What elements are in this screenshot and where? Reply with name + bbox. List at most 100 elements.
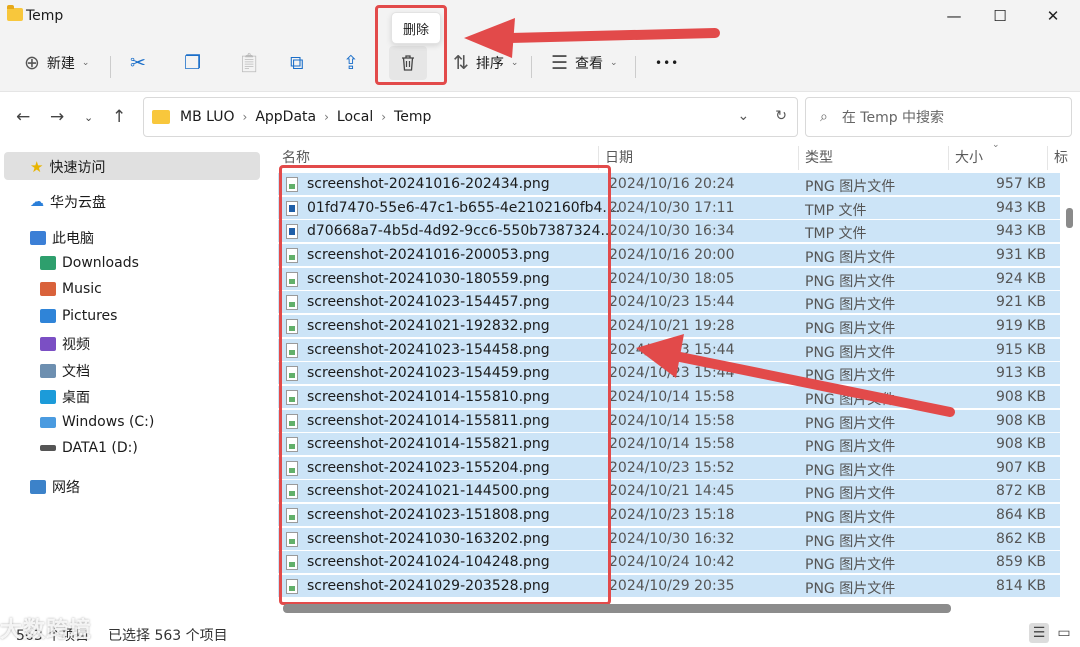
breadcrumb-item[interactable]: Local (337, 109, 373, 125)
file-row[interactable]: d70668a7-4b5d-4d92-9cc6-550b7387324... 20… (278, 220, 1060, 244)
sidebar-item-label: Pictures (62, 308, 118, 324)
maximize-button[interactable]: ☐ (977, 0, 1023, 32)
details-view-icon[interactable]: ☰ (1029, 623, 1049, 643)
status-bar: 563 个项目 已选择 563 个项目 ☰ ▭ (0, 617, 1080, 647)
file-row[interactable]: screenshot-20241029-203528.png 2024/10/29… (278, 575, 1060, 599)
folder-icon (152, 110, 170, 124)
sidebar-item-quick-access[interactable]: ★ 快速访问 (30, 157, 105, 177)
file-date: 2024/10/21 19:28 (609, 317, 735, 334)
file-row[interactable]: screenshot-20241021-144500.png 2024/10/21… (278, 480, 1060, 504)
file-row[interactable]: 01fd7470-55e6-47c1-b655-4e2102160fb4....… (278, 196, 1060, 220)
tmp-file-icon (286, 224, 298, 240)
tmp-file-icon (286, 200, 298, 216)
chevron-right-icon: › (381, 110, 387, 124)
paste-button[interactable]: 📋︎ (237, 46, 261, 80)
file-date: 2024/10/23 15:44 (609, 294, 735, 311)
file-row[interactable]: screenshot-20241014-155811.png 2024/10/14… (278, 409, 1060, 433)
sidebar-item-label: 快速访问 (49, 160, 106, 176)
file-row[interactable]: screenshot-20241023-154458.png 2024/10/23… (278, 338, 1060, 362)
file-row[interactable]: screenshot-20241016-202434.png 2024/10/16… (278, 173, 1060, 196)
back-arrow-icon[interactable]: ← (16, 107, 30, 127)
png-file-icon (286, 484, 298, 500)
search-box[interactable]: ⌕ 在 Temp 中搜索 (805, 97, 1072, 137)
file-size: 913 KB (996, 365, 1046, 382)
file-type: PNG 图片文件 (805, 273, 896, 290)
sort-label: 排序 (475, 56, 504, 72)
file-row[interactable]: screenshot-20241030-163202.png 2024/10/30… (278, 527, 1060, 551)
delete-button[interactable] (389, 46, 427, 80)
cut-button[interactable]: ✂ (130, 46, 146, 80)
sidebar-item-drive-c[interactable]: Windows (C:) (40, 414, 154, 430)
videos-icon (40, 337, 56, 351)
file-name: screenshot-20241016-202434.png (307, 176, 550, 192)
vertical-scrollbar-thumb[interactable] (1066, 208, 1073, 228)
file-size: 931 KB (996, 246, 1046, 263)
share-button[interactable]: ⇪ (343, 46, 359, 80)
network-icon (30, 480, 46, 494)
column-header-date[interactable]: 日期 (605, 142, 633, 172)
breadcrumb-item[interactable]: AppData (255, 109, 316, 125)
file-name: screenshot-20241030-163202.png (307, 530, 550, 547)
tiles-view-icon[interactable]: ▭ (1054, 623, 1074, 643)
file-row[interactable]: screenshot-20241023-154459.png 2024/10/23… (278, 362, 1060, 386)
file-name: screenshot-20241024-104248.png (307, 554, 550, 571)
forward-arrow-icon[interactable]: → (50, 107, 64, 127)
sidebar-item-desktop[interactable]: 桌面 (40, 387, 90, 407)
sidebar-item-this-pc[interactable]: 此电脑 (30, 228, 94, 248)
png-file-icon (286, 460, 298, 476)
view-label: 查看 (575, 56, 604, 72)
column-header-name[interactable]: 名称 (282, 142, 310, 172)
sidebar-item-drive-d[interactable]: DATA1 (D:) (40, 440, 138, 456)
more-options-button[interactable]: ••• (655, 46, 679, 80)
file-name: screenshot-20241023-151808.png (307, 507, 550, 524)
file-date: 2024/10/23 15:52 (609, 459, 735, 476)
file-row[interactable]: screenshot-20241024-104248.png 2024/10/24… (278, 551, 1060, 575)
close-button[interactable]: ✕ (1030, 0, 1076, 32)
breadcrumb-item[interactable]: Temp (394, 109, 431, 125)
new-button[interactable]: ⊕ 新建 ⌄ (24, 46, 89, 80)
view-button[interactable]: ☰ 查看 ⌄ (551, 46, 618, 80)
sort-button[interactable]: ⇅ 排序 ⌄ (453, 46, 518, 80)
navigation-pane: ★ 快速访问 ☁ 华为云盘 此电脑 Downloads Music Pictur… (0, 142, 262, 617)
chevron-down-icon[interactable]: ⌄ (738, 108, 750, 124)
file-size: 872 KB (996, 483, 1046, 500)
sidebar-item-pictures[interactable]: Pictures (40, 308, 117, 324)
file-row[interactable]: screenshot-20241023-155204.png 2024/10/23… (278, 456, 1060, 480)
window-title: Temp (26, 8, 64, 24)
file-row[interactable]: screenshot-20241016-200053.png 2024/10/16… (278, 243, 1060, 267)
sidebar-item-downloads[interactable]: Downloads (40, 255, 139, 271)
sidebar-item-videos[interactable]: 视频 (40, 334, 90, 354)
copy-button[interactable]: ❐ (184, 46, 201, 80)
file-date: 2024/10/30 16:34 (609, 223, 735, 240)
address-bar[interactable]: MB LUO › AppData › Local › Temp ⌄ ↻ (143, 97, 798, 137)
file-row[interactable]: screenshot-20241014-155810.png 2024/10/14… (278, 385, 1060, 409)
sidebar-item-label: 此电脑 (52, 231, 94, 247)
file-row[interactable]: screenshot-20241023-151808.png 2024/10/23… (278, 504, 1060, 528)
sidebar-item-music[interactable]: Music (40, 281, 102, 297)
png-file-icon (286, 366, 298, 382)
column-header-type[interactable]: 类型 (805, 142, 833, 172)
sidebar-item-huawei-cloud[interactable]: ☁ 华为云盘 (30, 192, 106, 212)
column-header-size[interactable]: 大小 (955, 142, 983, 172)
file-name: screenshot-20241023-154459.png (307, 365, 550, 382)
file-size: 924 KB (996, 270, 1046, 287)
file-row[interactable]: screenshot-20241023-154457.png 2024/10/23… (278, 291, 1060, 315)
file-row[interactable]: screenshot-20241030-180559.png 2024/10/30… (278, 267, 1060, 291)
file-type: PNG 图片文件 (805, 557, 896, 574)
sidebar-item-documents[interactable]: 文档 (40, 361, 90, 381)
refresh-icon[interactable]: ↻ (775, 108, 787, 124)
toolbar-divider (635, 56, 636, 78)
file-name: screenshot-20241021-192832.png (307, 317, 550, 334)
rename-button[interactable]: ⧉ (290, 46, 304, 80)
up-arrow-icon[interactable]: ↑ (112, 107, 126, 127)
png-file-icon (286, 413, 298, 429)
breadcrumb-item[interactable]: MB LUO (180, 109, 235, 125)
file-row[interactable]: screenshot-20241014-155821.png 2024/10/14… (278, 433, 1060, 457)
horizontal-scrollbar-thumb[interactable] (283, 604, 951, 613)
png-file-icon (286, 389, 298, 405)
file-row[interactable]: screenshot-20241021-192832.png 2024/10/21… (278, 314, 1060, 338)
recent-chevron-icon[interactable]: ⌄ (84, 111, 93, 124)
sidebar-item-network[interactable]: 网络 (30, 477, 80, 497)
file-name: screenshot-20241021-144500.png (307, 483, 550, 500)
minimize-button[interactable]: — (931, 0, 977, 32)
